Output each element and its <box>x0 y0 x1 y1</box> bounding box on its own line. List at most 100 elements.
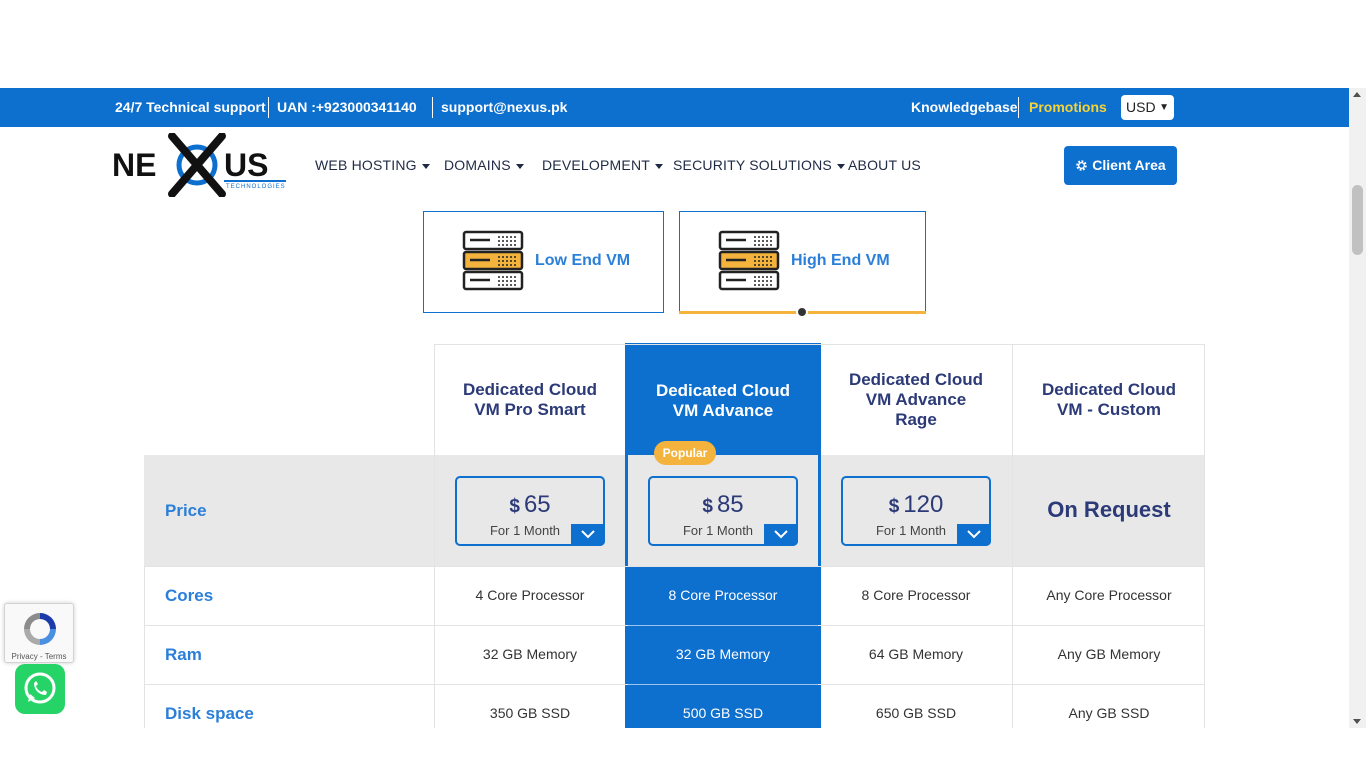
whatsapp-chat-button[interactable] <box>15 664 65 714</box>
cell-ram-advance-rage: 64 GB Memory <box>868 646 964 662</box>
client-area-button[interactable]: Client Area <box>1064 146 1177 185</box>
nav-label: WEB HOSTING <box>315 157 417 173</box>
caret-down-icon <box>515 163 524 169</box>
support-text: 24/7 Technical support <box>115 99 266 115</box>
currency-value: USD <box>1126 99 1156 115</box>
cell-cores-pro-smart: 4 Core Processor <box>475 587 585 603</box>
nav-label: DEVELOPMENT <box>542 157 650 173</box>
client-area-label: Client Area <box>1092 157 1166 173</box>
table-border <box>628 684 818 685</box>
tab-low-end-vm[interactable]: Low End VM <box>423 211 664 313</box>
currency-symbol: $ <box>702 496 713 517</box>
popular-badge: Popular <box>654 441 716 465</box>
chevron-down-icon <box>967 530 981 539</box>
price-value: 65 <box>523 491 551 518</box>
plan-title-line: Dedicated Cloud <box>462 380 598 399</box>
nav-development[interactable]: DEVELOPMENT <box>542 155 663 175</box>
price-value: 120 <box>903 491 944 518</box>
nexus-logo[interactable]: NE US TECHNOLOGIES <box>112 132 292 198</box>
price-selector-pro-smart[interactable]: $65 For 1 Month <box>455 476 605 546</box>
plan-title-line: Dedicated Cloud <box>848 370 984 389</box>
currency-symbol: $ <box>888 496 900 517</box>
nav-label: SECURITY SOLUTIONS <box>673 157 832 173</box>
tab-high-end-vm[interactable]: High End VM <box>679 211 926 313</box>
caret-down-icon <box>421 163 430 169</box>
price-value: 85 <box>716 491 744 518</box>
email-link[interactable]: support@nexus.pk <box>441 88 567 127</box>
chevron-down-icon <box>774 530 788 539</box>
row-label-disk-space: Disk space <box>165 704 254 723</box>
cell-disk-advance: 500 GB SSD <box>682 705 764 721</box>
nav-domains[interactable]: DOMAINS <box>444 155 524 175</box>
billing-dropdown-button[interactable] <box>571 524 605 546</box>
scroll-down-icon[interactable] <box>1353 719 1361 724</box>
chevron-down-icon <box>581 530 595 539</box>
topbar-separator <box>268 97 269 118</box>
currency-symbol: $ <box>509 496 520 517</box>
billing-dropdown-button[interactable] <box>764 524 798 546</box>
recaptcha-badge[interactable]: Privacy - Terms <box>4 603 74 663</box>
nav-security-solutions[interactable]: SECURITY SOLUTIONS <box>673 155 845 175</box>
row-label-cores: Cores <box>165 586 214 605</box>
plan-title-line: VM - Custom <box>1057 400 1161 419</box>
logo-tagline: TECHNOLOGIES <box>226 184 286 190</box>
table-border <box>144 566 1205 567</box>
cell-cores-advance-rage: 8 Core Processor <box>861 587 971 603</box>
plan-title-advance: Dedicated Cloud VM Advance <box>627 381 819 421</box>
cell-disk-custom: Any GB SSD <box>1068 705 1150 721</box>
nav-label: ABOUT US <box>848 157 921 173</box>
price-amount: $85 <box>650 491 796 519</box>
plan-title-line: Dedicated Cloud <box>1041 380 1177 399</box>
row-label-price: Price <box>165 501 207 520</box>
server-rack-icon <box>718 230 780 291</box>
server-rack-icon <box>462 230 524 291</box>
nav-web-hosting[interactable]: WEB HOSTING <box>315 155 430 175</box>
page: 24/7 Technical support UAN :+92300034114… <box>0 0 1366 768</box>
topbar-separator <box>1018 97 1019 118</box>
promotions-link[interactable]: Promotions <box>1029 88 1107 127</box>
nav-label: DOMAINS <box>444 157 511 173</box>
whatsapp-icon <box>24 672 56 704</box>
plan-title-line: VM Advance <box>865 390 967 409</box>
gear-icon <box>1076 160 1088 171</box>
topbar-separator <box>432 97 433 118</box>
tab-label: Low End VM <box>535 252 631 269</box>
caret-down-icon <box>655 163 663 169</box>
logo-text-left: NE <box>112 147 156 183</box>
recaptcha-icon <box>24 613 56 645</box>
phone-link[interactable]: UAN :+923000341140 <box>277 88 417 127</box>
knowledgebase-link[interactable]: Knowledgebase <box>911 88 1018 127</box>
row-label-ram: Ram <box>165 645 202 664</box>
cell-ram-pro-smart: 32 GB Memory <box>482 646 578 662</box>
table-border <box>434 344 1205 345</box>
plan-title-advance-rage: Dedicated Cloud VM Advance Rage <box>820 370 1012 430</box>
cell-disk-advance-rage: 650 GB SSD <box>875 705 957 721</box>
nav-about-us[interactable]: ABOUT US <box>848 155 921 175</box>
plan-title-line: VM Pro Smart <box>474 400 586 419</box>
price-amount: $65 <box>457 491 603 519</box>
cell-disk-pro-smart: 350 GB SSD <box>489 705 571 721</box>
price-selector-advance[interactable]: $85 For 1 Month <box>648 476 798 546</box>
page-scrollbar[interactable] <box>1349 88 1366 728</box>
price-on-request: On Request <box>1047 497 1171 522</box>
cell-ram-custom: Any GB Memory <box>1057 646 1161 662</box>
logo-text-right: US <box>224 147 268 183</box>
scroll-thumb[interactable] <box>1352 185 1363 255</box>
plan-title-line: Rage <box>895 410 937 429</box>
active-tab-dot <box>796 306 808 318</box>
caret-down-icon <box>836 163 845 169</box>
price-amount: $120 <box>843 491 989 519</box>
plan-title-pro-smart: Dedicated Cloud VM Pro Smart <box>434 380 626 420</box>
plan-title-line: Dedicated Cloud <box>655 381 791 400</box>
chevron-down-icon: ▼ <box>1159 102 1169 113</box>
logo-mark-icon: NE US TECHNOLOGIES <box>112 132 286 198</box>
scroll-up-icon[interactable] <box>1353 92 1361 97</box>
plan-title-custom: Dedicated Cloud VM - Custom <box>1013 380 1205 420</box>
currency-select[interactable]: USD ▼ <box>1121 95 1174 120</box>
price-selector-advance-rage[interactable]: $120 For 1 Month <box>841 476 991 546</box>
billing-dropdown-button[interactable] <box>957 524 991 546</box>
recaptcha-links[interactable]: Privacy - Terms <box>5 652 73 661</box>
table-border <box>144 566 145 728</box>
cell-cores-advance: 8 Core Processor <box>668 587 778 603</box>
plan-title-line: VM Advance <box>672 401 774 420</box>
